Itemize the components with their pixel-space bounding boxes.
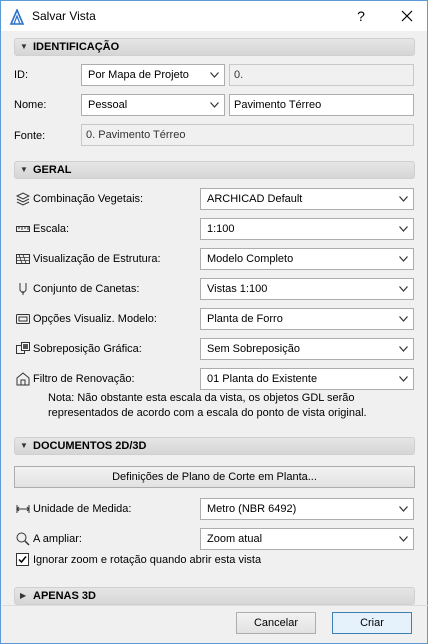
ampliar-value: Zoom atual <box>207 533 263 545</box>
canetas-label: Conjunto de Canetas: <box>33 283 140 295</box>
section-header-apenas3d[interactable]: ▶ APENAS 3D <box>14 587 415 605</box>
archicad-logo-icon <box>9 9 25 25</box>
id-scheme-value: Por Mapa de Projeto <box>88 69 189 81</box>
renovacao-select[interactable]: 01 Planta do Existente <box>200 368 414 390</box>
structure-display-icon <box>16 254 30 264</box>
section-title: IDENTIFICAÇÃO <box>33 41 120 53</box>
chevron-down-icon <box>399 286 408 292</box>
model-view-options-icon <box>16 314 30 324</box>
opcoes-modelo-value: Planta de Forro <box>207 313 283 325</box>
id-field: 0. <box>229 64 414 86</box>
escala-value: 1:100 <box>207 223 235 235</box>
close-button[interactable] <box>389 1 425 31</box>
canetas-select[interactable]: Vistas 1:100 <box>200 278 414 300</box>
scale-note-line-2: representados de acordo com a escala do … <box>48 407 367 419</box>
estrutura-value: Modelo Completo <box>207 253 294 265</box>
fonte-field: 0. Pavimento Térreo <box>81 124 414 146</box>
scale-note: Nota: Não obstante esta escala da vista,… <box>48 391 408 421</box>
section-header-identificacao[interactable]: ▼ IDENTIFICAÇÃO <box>14 38 415 56</box>
scale-note-line-1: Nota: Não obstante esta escala da vista,… <box>48 392 355 404</box>
unidade-label: Unidade de Medida: <box>33 503 132 515</box>
ignore-zoom-checkbox[interactable] <box>16 553 29 566</box>
chevron-down-icon <box>399 256 408 262</box>
close-icon <box>401 10 413 22</box>
escala-select[interactable]: 1:100 <box>200 218 414 240</box>
zoom-magnifier-icon <box>16 532 30 546</box>
collapse-triangle-icon: ▼ <box>20 441 28 450</box>
escala-label: Escala: <box>33 223 70 235</box>
collapse-triangle-icon: ▼ <box>20 165 28 174</box>
footer-divider <box>2 605 428 606</box>
combinacao-value: ARCHICAD Default <box>207 193 303 205</box>
ampliar-label: A ampliar: <box>33 533 82 545</box>
nome-label: Nome: <box>14 99 47 111</box>
help-button[interactable]: ? <box>351 5 371 27</box>
renovacao-value: 01 Planta do Existente <box>207 373 318 385</box>
ignore-zoom-label[interactable]: Ignorar zoom e rotação quando abrir esta… <box>33 554 261 566</box>
section-header-documentos[interactable]: ▼ DOCUMENTOS 2D/3D <box>14 437 415 455</box>
chevron-down-icon <box>210 102 219 108</box>
create-button[interactable]: Criar <box>332 612 412 634</box>
fonte-label: Fonte: <box>14 130 46 142</box>
chevron-down-icon <box>399 506 408 512</box>
chevron-down-icon <box>399 536 408 542</box>
cut-plane-settings-button[interactable]: Definições de Plano de Corte em Planta..… <box>14 466 415 488</box>
graphic-override-icon <box>16 342 30 354</box>
sobreposicao-select[interactable]: Sem Sobreposição <box>200 338 414 360</box>
expand-triangle-icon: ▶ <box>20 591 27 600</box>
pen-set-icon <box>19 283 27 295</box>
section-title: APENAS 3D <box>33 590 96 602</box>
section-title: GERAL <box>33 164 72 176</box>
save-view-dialog: Salvar Vista ? ▼ IDENTIFICAÇÃO ID: Por M… <box>0 0 428 644</box>
scale-ruler-icon <box>16 226 30 232</box>
chevron-down-icon <box>399 316 408 322</box>
cancel-button[interactable]: Cancelar <box>236 612 316 634</box>
window-title: Salvar Vista <box>32 9 96 23</box>
chevron-down-icon <box>399 376 408 382</box>
id-scheme-select[interactable]: Por Mapa de Projeto <box>81 64 225 86</box>
title-bar: Salvar Vista ? <box>1 1 427 31</box>
sobreposicao-value: Sem Sobreposição <box>207 343 300 355</box>
id-label: ID: <box>14 69 29 81</box>
estrutura-label: Visualização de Estrutura: <box>33 253 161 265</box>
chevron-down-icon <box>399 226 408 232</box>
renovacao-label: Filtro de Renovação: <box>33 373 135 385</box>
section-header-geral[interactable]: ▼ GERAL <box>14 161 415 179</box>
collapse-triangle-icon: ▼ <box>20 42 28 51</box>
chevron-down-icon <box>399 346 408 352</box>
nome-scheme-value: Pessoal <box>88 99 128 111</box>
nome-field[interactable]: Pavimento Térreo <box>229 94 414 116</box>
combinacao-label: Combinação Vegetais: <box>33 193 144 205</box>
unidade-select[interactable]: Metro (NBR 6492) <box>200 498 414 520</box>
unidade-value: Metro (NBR 6492) <box>207 503 297 515</box>
checkmark-icon <box>18 556 27 564</box>
sobreposicao-label: Sobreposição Gráfica: <box>33 343 142 355</box>
nome-scheme-select[interactable]: Pessoal <box>81 94 225 116</box>
combinacao-select[interactable]: ARCHICAD Default <box>200 188 414 210</box>
opcoes-modelo-label: Opções Visualiz. Modelo: <box>33 313 157 325</box>
chevron-down-icon <box>210 72 219 78</box>
opcoes-modelo-select[interactable]: Planta de Forro <box>200 308 414 330</box>
estrutura-select[interactable]: Modelo Completo <box>200 248 414 270</box>
chevron-down-icon <box>399 196 408 202</box>
ampliar-select[interactable]: Zoom atual <box>200 528 414 550</box>
renovation-filter-icon <box>16 372 30 386</box>
layer-combination-icon <box>16 192 30 206</box>
dimension-unit-icon <box>16 505 30 513</box>
section-title: DOCUMENTOS 2D/3D <box>33 440 147 452</box>
canetas-value: Vistas 1:100 <box>207 283 268 295</box>
